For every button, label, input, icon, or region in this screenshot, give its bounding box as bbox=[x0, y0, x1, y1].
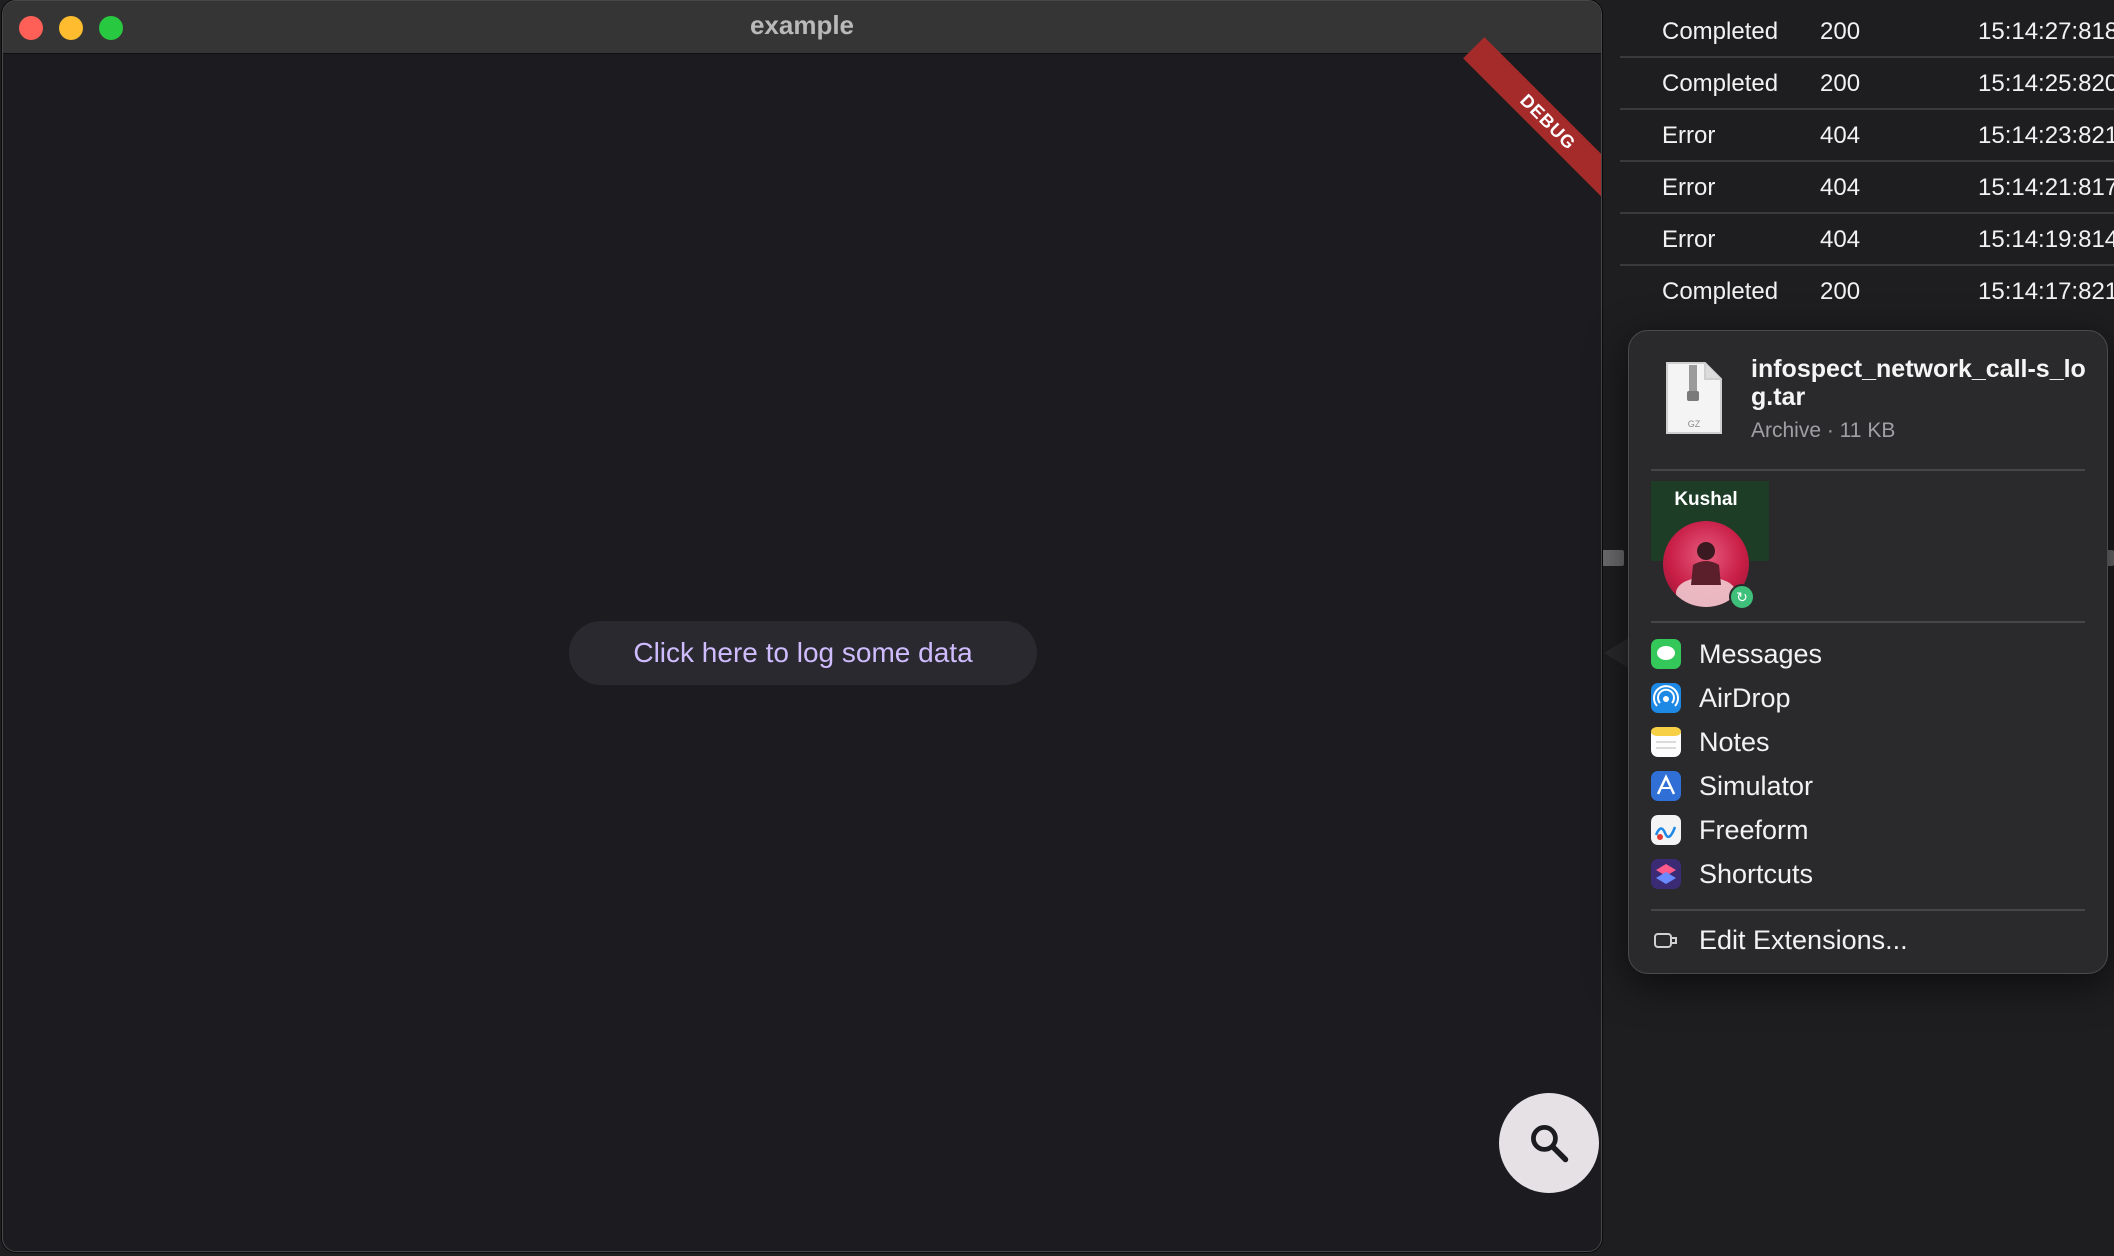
share-freeform[interactable]: Freeform bbox=[1651, 809, 2071, 849]
log-time: 15:14:21:817 bbox=[1978, 174, 2114, 201]
share-simulator[interactable]: Simulator bbox=[1651, 765, 2071, 805]
search-icon bbox=[1531, 1125, 1569, 1163]
log-row[interactable]: Completed 200 15:14:17:821 bbox=[1620, 264, 2114, 316]
messages-icon bbox=[1651, 639, 1681, 669]
log-row[interactable]: Completed 200 15:14:25:820 bbox=[1620, 56, 2114, 110]
menu-item-label: Edit Extensions... bbox=[1699, 925, 1908, 955]
menu-item-label: Freeform bbox=[1699, 815, 1809, 845]
contact-name: Kushal bbox=[1674, 489, 1738, 510]
menu-item-label: AirDrop bbox=[1699, 683, 1791, 713]
debug-banner: DEBUG bbox=[1463, 37, 1601, 207]
log-code: 404 bbox=[1820, 226, 1861, 253]
svg-text:GZ: GZ bbox=[1688, 419, 1701, 429]
menu-item-label: Simulator bbox=[1699, 771, 1814, 801]
log-status: Completed bbox=[1662, 70, 1779, 97]
log-time: 15:14:17:821 bbox=[1978, 278, 2114, 305]
airdrop-icon bbox=[1651, 683, 1681, 713]
log-time: 15:14:23:821 bbox=[1978, 122, 2114, 149]
log-code: 200 bbox=[1820, 18, 1861, 45]
divider bbox=[1651, 469, 2085, 471]
divider bbox=[1651, 909, 2085, 911]
log-status: Completed bbox=[1662, 278, 1779, 305]
archive-file-icon: GZ bbox=[1665, 361, 1723, 435]
shared-file-meta: Archive · 11 KB bbox=[1751, 419, 1896, 442]
log-status: Error bbox=[1662, 122, 1716, 149]
contact-suggestion[interactable]: Kushal ↻ bbox=[1651, 481, 1769, 611]
log-row[interactable]: Error 404 15:14:23:821 bbox=[1620, 108, 2114, 162]
title-bar[interactable]: example bbox=[3, 1, 1601, 54]
edit-extensions-button[interactable]: Edit Extensions... bbox=[1651, 919, 2071, 959]
divider bbox=[1651, 621, 2085, 623]
log-code: 404 bbox=[1820, 122, 1861, 149]
sync-badge-icon: ↻ bbox=[1729, 584, 1755, 610]
popover-arrow bbox=[1604, 637, 1630, 669]
log-code: 200 bbox=[1820, 278, 1861, 305]
window-title: example bbox=[749, 10, 855, 40]
log-time: 15:14:27:818 bbox=[1978, 18, 2114, 45]
menu-item-label: Messages bbox=[1699, 639, 1823, 669]
log-status: Error bbox=[1662, 226, 1716, 253]
simulator-icon bbox=[1651, 771, 1681, 801]
notes-icon bbox=[1651, 727, 1681, 757]
log-time: 15:14:25:820 bbox=[1978, 70, 2114, 97]
log-data-button[interactable]: Click here to log some data bbox=[569, 621, 1037, 685]
menu-item-label: Shortcuts bbox=[1699, 859, 1814, 889]
search-fab-button[interactable] bbox=[1499, 1093, 1599, 1193]
share-messages[interactable]: Messages bbox=[1651, 633, 2071, 673]
log-code: 200 bbox=[1820, 70, 1861, 97]
shortcuts-icon bbox=[1651, 859, 1681, 889]
split-handle-left[interactable] bbox=[1602, 550, 1624, 566]
share-shortcuts[interactable]: Shortcuts bbox=[1651, 853, 2071, 893]
log-code: 404 bbox=[1820, 174, 1861, 201]
share-notes[interactable]: Notes bbox=[1651, 721, 2071, 761]
share-airdrop[interactable]: AirDrop bbox=[1651, 677, 2071, 717]
freeform-icon bbox=[1651, 815, 1681, 845]
app-window: example DEBUG Click here to log some dat… bbox=[2, 0, 1602, 1252]
share-sheet: GZ infospect_network_call-s_log.tar Arch… bbox=[1628, 330, 2108, 974]
log-status: Completed bbox=[1662, 18, 1779, 45]
log-status: Error bbox=[1662, 174, 1716, 201]
log-time: 15:14:19:814 bbox=[1978, 226, 2114, 253]
log-row[interactable]: Error 404 15:14:19:814 bbox=[1620, 212, 2114, 266]
menu-item-label: Notes bbox=[1699, 727, 1770, 757]
log-row[interactable]: Error 404 15:14:21:817 bbox=[1620, 160, 2114, 214]
extensions-icon bbox=[1651, 925, 1681, 955]
shared-file-name: infospect_network_call-s_log.tar bbox=[1751, 355, 2086, 411]
log-row[interactable]: Completed 200 15:14:27:818 bbox=[1620, 4, 2114, 58]
